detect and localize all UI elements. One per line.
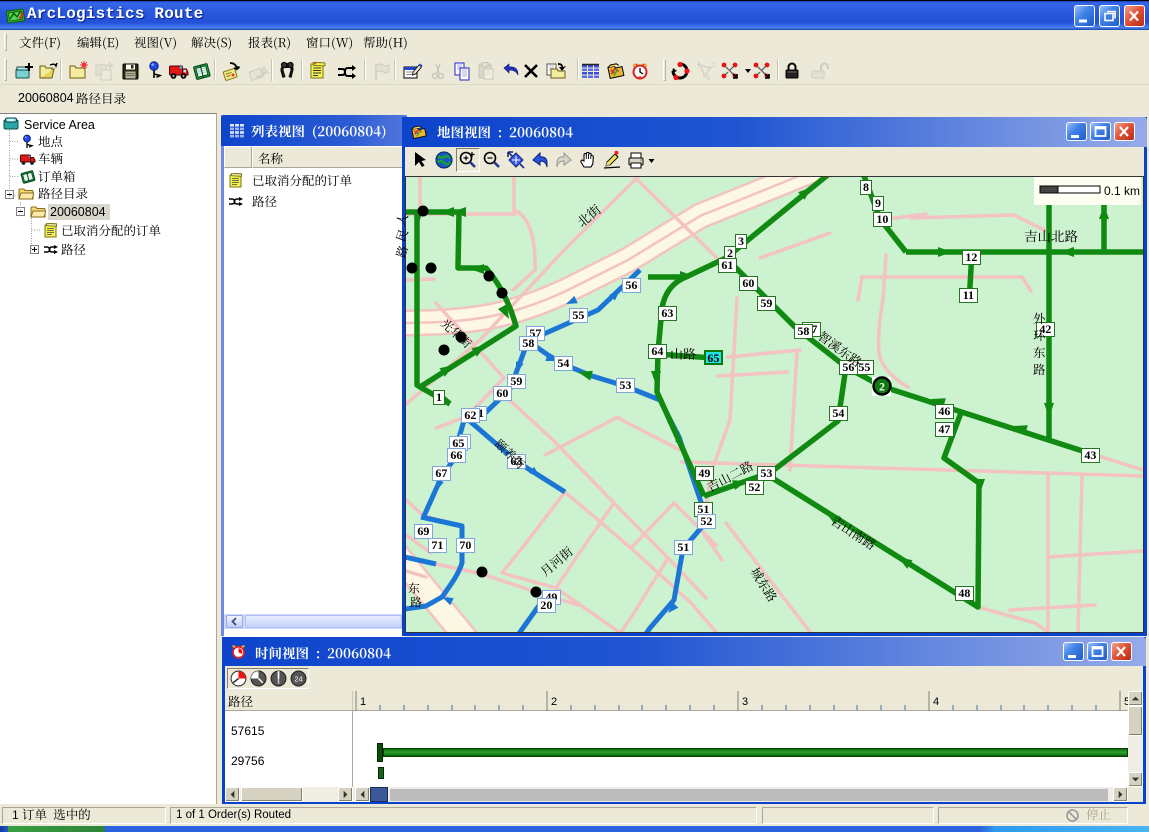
svg-text:2: 2 <box>879 382 885 394</box>
svg-text:2: 2 <box>712 63 716 69</box>
svg-text:3: 3 <box>707 76 711 82</box>
svg-text:4: 4 <box>933 696 939 708</box>
svg-text:24: 24 <box>294 675 302 684</box>
svg-text:3: 3 <box>742 696 748 708</box>
svg-text:0.1 km: 0.1 km <box>1104 184 1140 198</box>
svg-text:2: 2 <box>551 696 557 708</box>
svg-text:1: 1 <box>360 696 366 708</box>
